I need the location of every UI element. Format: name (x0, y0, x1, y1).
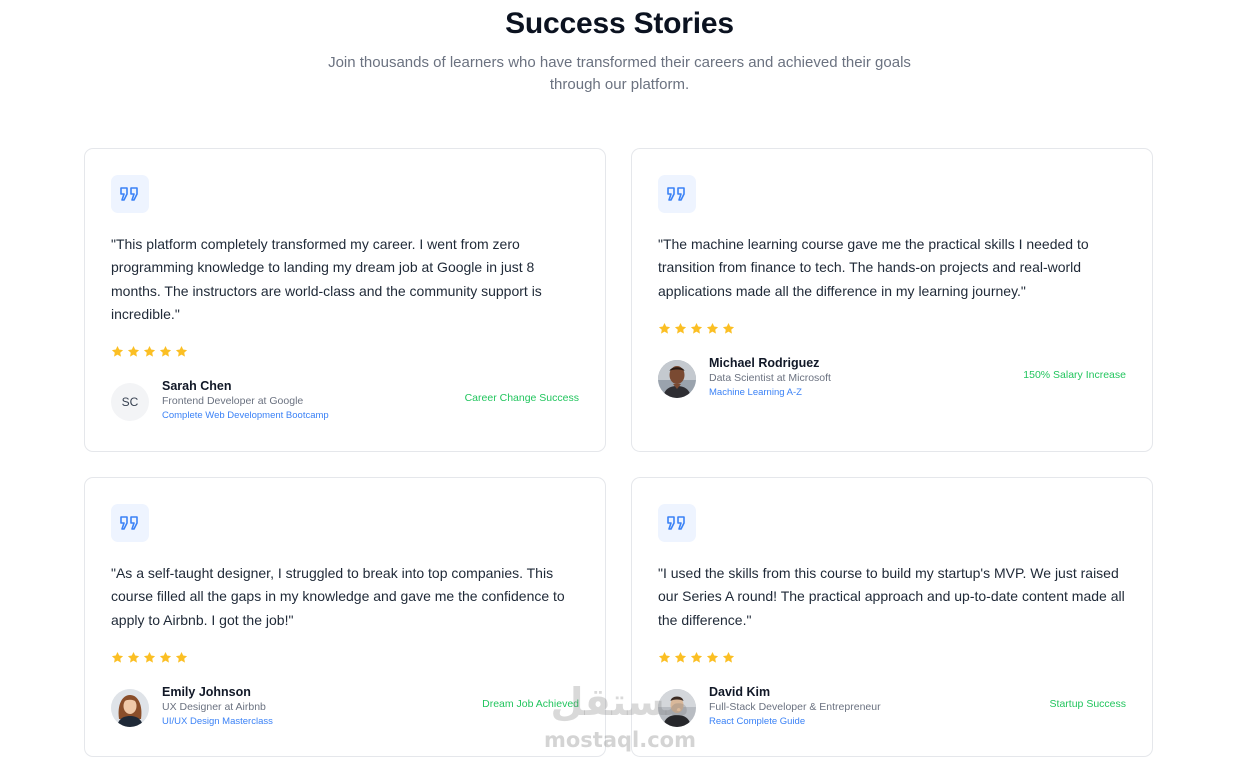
quote-icon (111, 175, 149, 213)
star-icon (159, 345, 172, 357)
star-icon (111, 651, 124, 663)
person-photo-icon (658, 689, 696, 727)
person-photo-icon (658, 360, 696, 398)
star-rating (658, 322, 735, 335)
star-icon (127, 651, 140, 663)
star-icon (674, 322, 687, 334)
avatar: SC (111, 383, 149, 421)
testimonial-quote: "The machine learning course gave me the… (658, 236, 1089, 299)
star-icon (111, 345, 124, 357)
testimonial-card: "The machine learning course gave me the… (631, 148, 1153, 452)
author-role: Full-Stack Developer & Entrepreneur (709, 701, 881, 713)
testimonial-card: "I used the skills from this course to b… (631, 477, 1153, 757)
author-name: Sarah Chen (162, 379, 232, 393)
author-role: Data Scientist at Microsoft (709, 372, 831, 384)
quote-icon (111, 504, 149, 542)
star-rating (658, 651, 735, 664)
star-icon (690, 322, 703, 334)
testimonial-quote: "I used the skills from this course to b… (658, 565, 1125, 628)
star-icon (159, 651, 172, 663)
star-rating (111, 345, 188, 358)
outcome-badge: Startup Success (1049, 698, 1126, 710)
star-icon (706, 322, 719, 334)
author-profile: SC Sarah Chen Frontend Developer at Goog… (111, 379, 579, 423)
course-link[interactable]: UI/UX Design Masterclass (162, 716, 273, 727)
page-subtitle: Join thousands of learners who have tran… (328, 54, 911, 93)
star-icon (658, 651, 671, 663)
quote-icon (658, 175, 696, 213)
author-name: David Kim (709, 685, 771, 699)
outcome-badge: Career Change Success (464, 392, 579, 404)
author-role: UX Designer at Airbnb (162, 701, 266, 713)
page-title: Success Stories (505, 7, 734, 40)
star-rating (111, 651, 188, 664)
author-role: Frontend Developer at Google (162, 395, 304, 407)
testimonial-card: "This platform completely transformed my… (84, 148, 606, 452)
outcome-badge: Dream Job Achieved (482, 698, 579, 710)
star-icon (127, 345, 140, 357)
star-icon (175, 651, 188, 663)
star-icon (143, 345, 156, 357)
star-icon (706, 651, 719, 663)
avatar (658, 360, 696, 398)
course-link[interactable]: Machine Learning A-Z (709, 387, 802, 398)
testimonial-quote: "This platform completely transformed my… (111, 236, 542, 322)
course-link[interactable]: Complete Web Development Bootcamp (162, 410, 329, 421)
outcome-badge: 150% Salary Increase (1023, 369, 1126, 381)
author-profile: Michael Rodriguez Data Scientist at Micr… (658, 356, 1126, 400)
testimonial-card: "As a self-taught designer, I struggled … (84, 477, 606, 757)
testimonial-quote: "As a self-taught designer, I struggled … (111, 565, 565, 628)
avatar (658, 689, 696, 727)
star-icon (658, 322, 671, 334)
star-icon (690, 651, 703, 663)
author-name: Emily Johnson (162, 685, 251, 699)
author-profile: David Kim Full-Stack Developer & Entrepr… (658, 685, 1126, 729)
author-name: Michael Rodriguez (709, 356, 820, 370)
star-icon (175, 345, 188, 357)
person-photo-icon (111, 689, 149, 727)
star-icon (722, 322, 735, 334)
quote-icon (658, 504, 696, 542)
star-icon (143, 651, 156, 663)
author-profile: Emily Johnson UX Designer at Airbnb UI/U… (111, 685, 579, 729)
avatar (111, 689, 149, 727)
star-icon (674, 651, 687, 663)
star-icon (722, 651, 735, 663)
course-link[interactable]: React Complete Guide (709, 716, 805, 727)
